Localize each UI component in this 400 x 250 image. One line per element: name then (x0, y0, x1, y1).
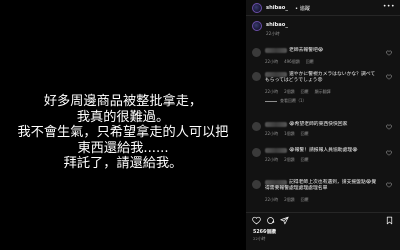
comment-item: 速やかに警視カメラはないかな？調べてもらってはどうでしょう😟 22小時 2個讚 回覆… (246, 70, 400, 106)
avatar[interactable] (252, 21, 262, 31)
reply-button[interactable]: 回覆 (306, 59, 314, 64)
bookmark-icon[interactable] (385, 216, 394, 225)
comment-meta: 22小時 1個讚 回覆 (265, 131, 315, 137)
comment-time: 22小時 (265, 131, 279, 136)
post-line: 東西還給我...... (77, 140, 169, 156)
comment-time: 22小時 (265, 89, 279, 94)
view-replies-label[interactable]: 查看回覆（1） (280, 98, 307, 103)
post-text: 好多周邊商品被整批拿走， 我真的很難過。 我不會生氣，只希望拿走的人可以把 東西… (0, 94, 246, 172)
post-timestamp: 22小時 (253, 236, 266, 241)
comment-text: 😭希望老師的東西快快回家 (289, 121, 348, 127)
comment-meta: 22小時 2個讚 回覆 (265, 157, 315, 163)
comment-item: 😭希望老師的東西快快回家 22小時 1個讚 回覆 (246, 120, 400, 140)
action-bar (246, 212, 400, 226)
comment-text: 速やかに警視カメラはないかな？調べてもらってはどうでしょう😟 (265, 71, 376, 83)
likes-count[interactable]: 5266個讚 (253, 228, 276, 235)
comment-icon[interactable] (266, 216, 275, 225)
reply-button[interactable]: 回覆 (301, 131, 309, 136)
comment-meta: 22小時 2個讚 回覆 顯示翻譯 (265, 89, 337, 95)
comment-time: 22小時 (265, 59, 279, 64)
heart-icon[interactable] (386, 74, 392, 80)
comment-meta: 22小時 2個讚 回覆 (265, 197, 315, 203)
reply-button[interactable]: 回覆 (301, 157, 309, 162)
comment-likes[interactable]: 2個讚 (284, 197, 295, 202)
comment-likes[interactable]: 496個讚 (284, 59, 300, 64)
heart-icon[interactable] (386, 50, 392, 56)
post-line: 我不會生氣，只希望拿走的人可以把 (17, 125, 229, 141)
comment-time: 22小時 (265, 157, 279, 162)
caption-timestamp: 22小時 (266, 31, 280, 36)
comment-likes[interactable]: 2個讚 (284, 157, 295, 162)
heart-icon[interactable] (386, 182, 392, 188)
comment-item: 老師去報警吧😭 22小時 496個讚 回覆 (246, 46, 400, 66)
heart-icon[interactable] (252, 216, 261, 225)
commenter-avatar[interactable] (252, 148, 261, 157)
comment-likes[interactable]: 2個讚 (284, 89, 295, 94)
comment-item: 記得老師上次也有遇到，請支援盤點😭覺得需要報警處理處理處理名單 22小時 2個讚 回… (246, 178, 400, 206)
caption: shibao_ 22小時 (246, 18, 400, 42)
comment-time: 22小時 (265, 197, 279, 202)
translate-button[interactable]: 顯示翻譯 (315, 89, 331, 94)
reply-button[interactable]: 回覆 (301, 89, 309, 94)
comment-item: 😭報警！請报報人員協助處理😭 22小時 2個讚 回覆 (246, 146, 400, 166)
comments-panel: shibao_ • 追蹤 ••• shibao_ 22小時 老師去報警吧😭 22… (246, 0, 400, 250)
share-icon[interactable] (280, 216, 289, 225)
commenter-avatar[interactable] (252, 180, 261, 189)
view-replies[interactable]: 查看回覆（1） (265, 98, 307, 104)
comment-text: 😭報警！請报報人員協助處理😭 (289, 147, 358, 153)
header-username[interactable]: shibao_ (266, 5, 288, 11)
avatar[interactable] (252, 3, 262, 13)
heart-icon[interactable] (386, 124, 392, 130)
post-image: 好多周邊商品被整批拿走， 我真的很難過。 我不會生氣，只希望拿走的人可以把 東西… (0, 0, 246, 250)
heart-icon[interactable] (386, 150, 392, 156)
more-options-icon[interactable]: ••• (383, 3, 395, 10)
follow-button[interactable]: • 追蹤 (295, 5, 310, 12)
post-header: shibao_ • 追蹤 ••• (246, 0, 400, 16)
post-line: 好多周邊商品被整批拿走， (43, 94, 203, 109)
commenter-avatar[interactable] (252, 122, 261, 131)
commenter-avatar[interactable] (252, 72, 261, 81)
comment-meta: 22小時 496個讚 回覆 (265, 59, 320, 65)
commenter-avatar[interactable] (252, 48, 261, 57)
comment-text: 老師去報警吧😭 (289, 47, 324, 53)
post-line: 拜託了，請還給我。 (63, 156, 183, 172)
reply-button[interactable]: 回覆 (301, 197, 309, 202)
comment-text: 記得老師上次也有遇到，請支援盤點😭覺得需要報警處理處理處理名單 (265, 179, 377, 191)
caption-username[interactable]: shibao_ (266, 22, 288, 28)
comment-likes[interactable]: 1個讚 (284, 131, 295, 136)
post-line: 我真的很難過。 (76, 109, 170, 125)
